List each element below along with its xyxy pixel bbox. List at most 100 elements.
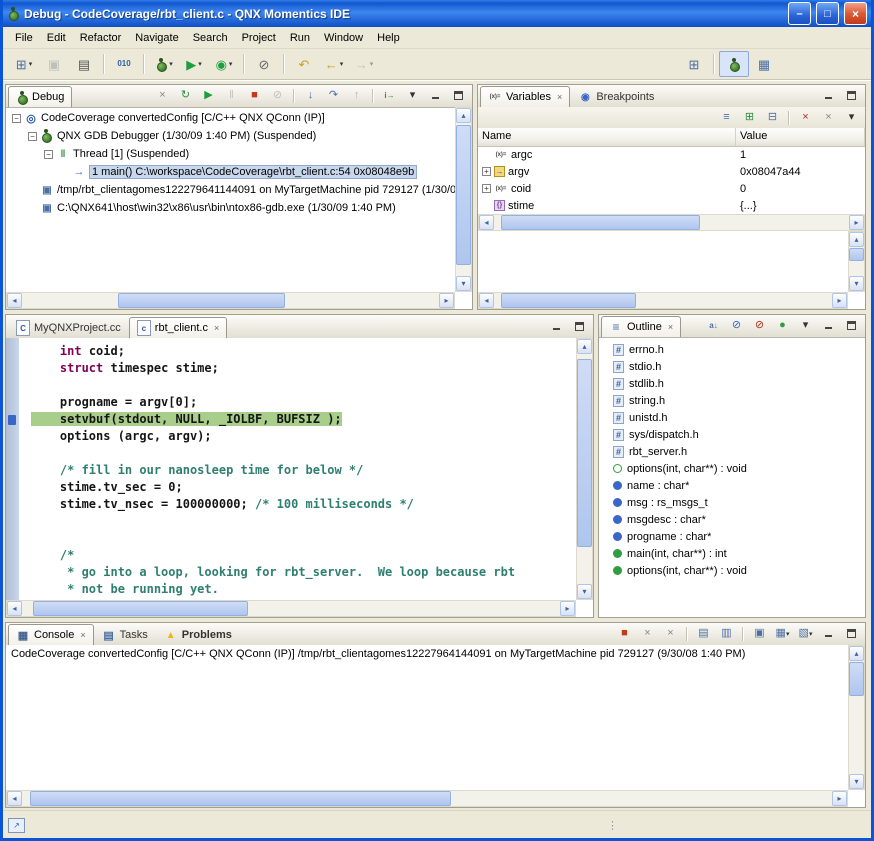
scroll-track[interactable] <box>494 293 832 308</box>
run-launch-button[interactable]: ▶▾ <box>179 51 209 77</box>
column-header-name[interactable]: Name <box>478 128 736 146</box>
scroll-thumb[interactable] <box>501 293 636 308</box>
remove-all-launches-button[interactable]: × <box>660 624 681 643</box>
scroll-right-arrow-icon[interactable]: ▸ <box>832 791 847 806</box>
scroll-thumb[interactable] <box>456 125 471 266</box>
scroll-left-arrow-icon[interactable]: ◂ <box>479 215 494 230</box>
close-tab-icon[interactable]: × <box>668 322 673 332</box>
minimize-view-button[interactable] <box>818 316 839 335</box>
close-tab-icon[interactable]: × <box>80 630 85 640</box>
minimize-view-button[interactable] <box>546 317 567 336</box>
restart-button[interactable]: ↻ <box>175 86 196 105</box>
scroll-thumb[interactable] <box>849 662 864 696</box>
debug-hscrollbar[interactable]: ◂ ▸ <box>6 292 455 309</box>
variables-hscrollbar[interactable]: ◂ ▸ <box>478 214 865 231</box>
disconnect-button[interactable]: ⊘ <box>267 86 288 105</box>
console-tab-problems[interactable]: ▲Problems <box>156 624 240 645</box>
debug-launch-button[interactable]: ▾ <box>149 51 179 77</box>
scroll-up-arrow-icon[interactable]: ▴ <box>849 646 864 661</box>
outline-item[interactable]: msg : rs_msgs_t <box>613 494 865 511</box>
remove-button[interactable]: × <box>795 108 816 127</box>
outline-item[interactable]: main(int, char**) : int <box>613 545 865 562</box>
maximize-view-button[interactable] <box>841 624 862 643</box>
scroll-left-arrow-icon[interactable]: ◂ <box>479 293 494 308</box>
debug-tree-item[interactable]: ▣C:\QNX641\host\win32\x86\usr\bin\ntox86… <box>6 199 455 217</box>
tree-expander-icon[interactable]: − <box>28 132 37 141</box>
debug-tree-item[interactable]: −QNX GDB Debugger (1/30/09 1:40 PM) (Sus… <box>6 127 455 145</box>
outline-item[interactable]: progname : char* <box>613 528 865 545</box>
resume-button[interactable]: ▶ <box>198 86 219 105</box>
scroll-thumb[interactable] <box>118 293 285 308</box>
scroll-lock-button[interactable]: ▥ <box>716 624 737 643</box>
variables-detail-vscrollbar[interactable]: ▴ ▾ <box>848 231 865 292</box>
minimize-view-button[interactable] <box>425 86 446 105</box>
view-menu-button[interactable]: ▾ <box>402 86 423 105</box>
scroll-thumb[interactable] <box>577 359 592 548</box>
display-selected-console-button[interactable]: ▦▾ <box>772 624 793 643</box>
terminate-button[interactable]: ■ <box>244 86 265 105</box>
tree-expander-icon[interactable]: + <box>482 184 491 193</box>
fast-view-button[interactable]: ↗ <box>8 818 25 833</box>
maximize-view-button[interactable] <box>841 86 862 105</box>
editor-tab-rbt-client-c[interactable]: crbt_client.c× <box>129 317 227 338</box>
open-perspective-button[interactable]: ⊞ <box>679 51 709 77</box>
outline-item[interactable]: options(int, char**) : void <box>613 562 865 579</box>
minimize-button[interactable]: – <box>788 2 811 25</box>
scroll-thumb[interactable] <box>30 791 451 806</box>
outline-tab-outline[interactable]: ≡Outline× <box>601 316 681 337</box>
cpp-perspective-button[interactable]: ▦ <box>749 51 779 77</box>
editor-hscrollbar[interactable]: ◂ ▸ <box>6 600 576 617</box>
skip-breakpoints-button[interactable]: ⊘ <box>249 51 279 77</box>
debug-tree-item[interactable]: →1 main() C:\workspace\CodeCoverage\rbt_… <box>6 163 455 181</box>
step-into-button[interactable]: ↓ <box>300 86 321 105</box>
menu-run[interactable]: Run <box>283 30 317 46</box>
outline-item[interactable]: name : char* <box>613 477 865 494</box>
editor-vscrollbar[interactable]: ▴ ▾ <box>576 338 593 600</box>
suspend-button[interactable]: ‖ <box>221 86 242 105</box>
menu-navigate[interactable]: Navigate <box>128 30 185 46</box>
outline-item[interactable]: #errno.h <box>613 341 865 358</box>
maximize-view-button[interactable] <box>841 316 862 335</box>
scroll-down-arrow-icon[interactable]: ▾ <box>456 276 471 291</box>
print-button[interactable]: ▤ <box>69 51 99 77</box>
pin-console-button[interactable]: ▣ <box>749 624 770 643</box>
minimize-view-button[interactable] <box>818 624 839 643</box>
scroll-thumb[interactable] <box>33 601 248 616</box>
show-logical-structures-button[interactable]: ⊞ <box>739 108 760 127</box>
menu-help[interactable]: Help <box>370 30 407 46</box>
scroll-right-arrow-icon[interactable]: ▸ <box>849 215 864 230</box>
console-hscrollbar[interactable]: ◂ ▸ <box>6 790 848 807</box>
scroll-down-arrow-icon[interactable]: ▾ <box>849 276 864 291</box>
scroll-track[interactable] <box>456 123 471 276</box>
annotation-ruler[interactable] <box>6 338 20 600</box>
menu-project[interactable]: Project <box>235 30 283 46</box>
close-tab-icon[interactable]: × <box>214 323 219 333</box>
maximize-button[interactable]: □ <box>816 2 839 25</box>
view-menu-button[interactable]: ▾ <box>841 108 862 127</box>
menu-search[interactable]: Search <box>186 30 235 46</box>
view-menu-button[interactable]: ▾ <box>795 316 816 335</box>
scroll-up-arrow-icon[interactable]: ▴ <box>456 108 471 123</box>
scroll-track[interactable] <box>494 215 849 230</box>
tree-expander-icon[interactable]: + <box>482 167 491 176</box>
scroll-up-arrow-icon[interactable]: ▴ <box>849 232 864 247</box>
scroll-right-arrow-icon[interactable]: ▸ <box>560 601 575 616</box>
variables-row[interactable]: {}stime{...} <box>478 197 865 214</box>
outline-item[interactable]: #string.h <box>613 392 865 409</box>
scroll-right-arrow-icon[interactable]: ▸ <box>832 293 847 308</box>
save-button[interactable]: ▣ <box>39 51 69 77</box>
scroll-left-arrow-icon[interactable]: ◂ <box>7 791 22 806</box>
debug-tab-debug[interactable]: Debug <box>8 86 72 107</box>
debug-tree-item[interactable]: −◎CodeCoverage convertedConfig [C/C++ QN… <box>6 109 455 127</box>
close-button[interactable]: × <box>844 2 867 25</box>
scroll-up-arrow-icon[interactable]: ▴ <box>577 339 592 354</box>
debug-perspective-button[interactable] <box>719 51 749 77</box>
editor-tab-myqnxproject-cc[interactable]: CMyQNXProject.cc <box>8 317 129 338</box>
variables-tab-variables[interactable]: (x)=Variables× <box>480 86 570 107</box>
scroll-left-arrow-icon[interactable]: ◂ <box>7 601 22 616</box>
scroll-track[interactable] <box>849 247 864 276</box>
hide-fields-button[interactable]: ⊘ <box>726 316 747 335</box>
menu-file[interactable]: File <box>8 30 40 46</box>
scroll-track[interactable] <box>577 354 592 584</box>
maximize-view-button[interactable] <box>448 86 469 105</box>
